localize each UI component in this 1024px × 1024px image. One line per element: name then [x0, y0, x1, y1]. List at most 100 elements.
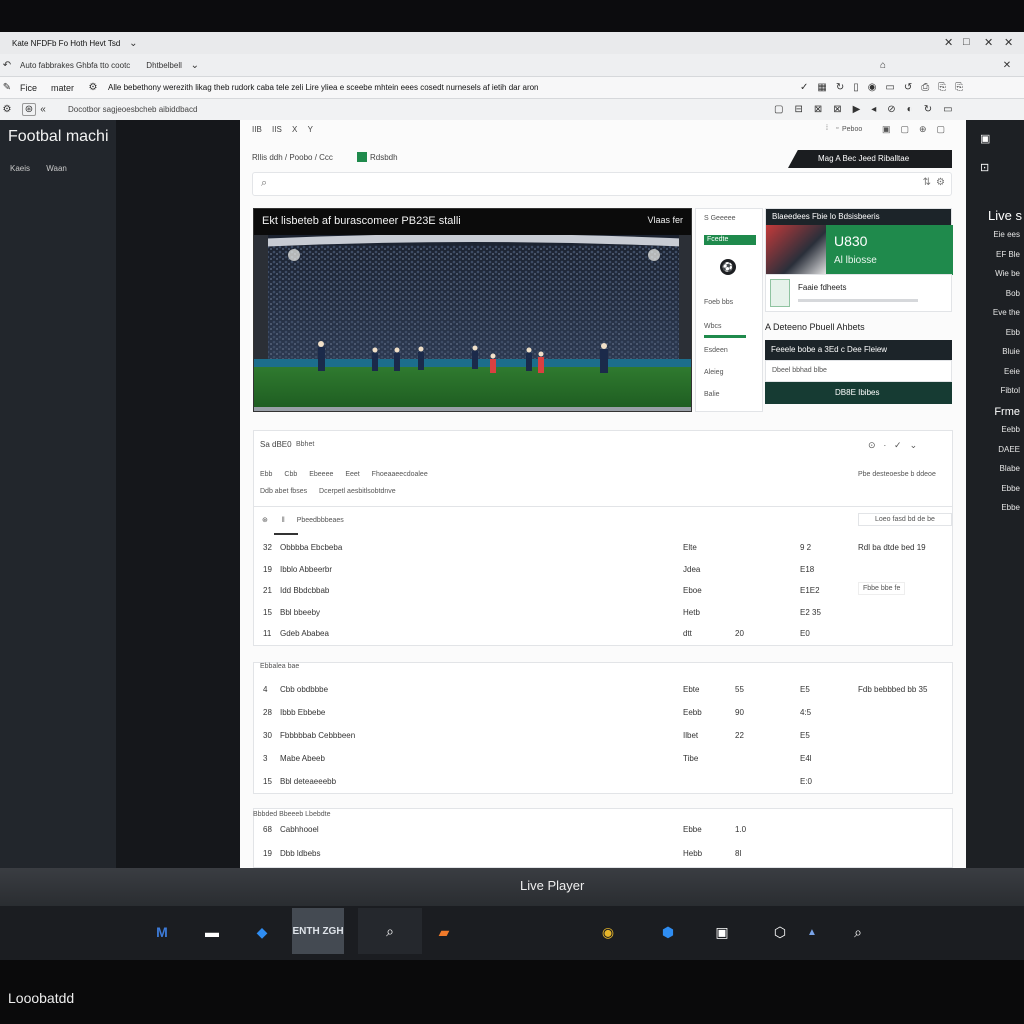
promo-bar[interactable]: Mag A Bec Jeed Riballtae [788, 150, 952, 168]
tab-1[interactable]: Auto fabbrakes Ghbfa tto cootc [14, 61, 136, 70]
gear-icon[interactable]: ⚙ [86, 82, 100, 93]
right-list-item[interactable]: Eebb [966, 425, 1024, 434]
breadcrumb[interactable]: Rllis ddh / Poobo / Ccc [252, 153, 333, 162]
search-bar[interactable]: ⌕ ⇅ ⚙ [252, 172, 952, 196]
right-panel-icons: ▣ ⊡ [980, 133, 991, 174]
mail-icon[interactable]: ▣ [708, 918, 736, 946]
table-row[interactable]: 19 Ibblo Abbeerbr Jdea E18 [253, 559, 953, 581]
arrow-icon[interactable]: ▲ [798, 918, 826, 946]
chevron-down-icon[interactable]: ⌄ [126, 38, 140, 49]
sidebar-link-1[interactable]: Kaeis [10, 164, 30, 173]
table-row[interactable]: 68 Cabhhooel Ebbe 1.0 [253, 819, 953, 841]
table-row[interactable]: 15 Bbl bbeeby Hetb E2 35 [253, 602, 953, 624]
app-m-icon[interactable]: M [148, 918, 176, 946]
stats-filter[interactable]: Pbeedbbbeaes [297, 517, 344, 524]
row-position: Eebb [683, 708, 702, 717]
right-list-item[interactable]: Eeie [966, 367, 1024, 376]
chrome-icon[interactable]: ◉ [594, 918, 622, 946]
stats-filter-right[interactable]: Loeo fasd bd de be [858, 513, 952, 526]
active-app-icon[interactable]: ENTH ZGH [292, 908, 344, 954]
stats-tabs: Ebb Cbb Ebeeee Eeet Fhoeaaeecdoalee [260, 471, 428, 478]
breadcrumb-tag-label: Rdsbdh [370, 153, 398, 162]
filter-icon[interactable]: ⇅ [923, 177, 931, 188]
office-icon[interactable]: ▰ [430, 918, 458, 946]
folder-icon[interactable]: ▬ [198, 918, 226, 946]
right-list-item[interactable]: Wie be [966, 269, 1024, 278]
news-subheadline[interactable]: A Deteeno Pbuell Ahbets [765, 322, 865, 332]
address-bar[interactable]: Alle bebethony werezith likag theb rudor… [108, 83, 538, 92]
stats-tab-1[interactable]: Ebb [260, 471, 272, 478]
sidebar-link-2[interactable]: Waan [46, 164, 67, 173]
tool-2[interactable]: IIS [272, 125, 282, 134]
back-icon[interactable]: ↶ [0, 60, 14, 71]
tab-2[interactable]: Dhtbelbell [140, 61, 188, 70]
table-row[interactable]: 3 Mabe Abeeb Tibe E4l [253, 748, 953, 770]
right-list-item[interactable]: Eve the [966, 308, 1024, 317]
news-card[interactable]: Faaie fdheets [765, 274, 952, 312]
filter-icon[interactable]: ⊛ [262, 517, 268, 524]
main-toolbar-icons: ▣▢⊕▢ [882, 124, 956, 134]
right-list-item[interactable]: Blabe [966, 464, 1024, 473]
score-card[interactable]: Blaeedees Fbie lo Bdsisbeeris U830 Al lb… [765, 208, 953, 275]
settings-icon[interactable]: ⚙ [0, 104, 14, 115]
tool-4[interactable]: Y [308, 125, 313, 134]
bookmark-icon[interactable]: ⊛ [22, 103, 36, 116]
table-row[interactable]: 15 Bbl deteaeeebb E:0 [253, 771, 953, 793]
stats-tab-4[interactable]: Eeet [345, 471, 359, 478]
player-label[interactable]: Live Player [520, 878, 584, 893]
video-tag[interactable]: Vlaas fer [647, 215, 683, 225]
table-row[interactable]: 30 Fbbbbbab Cebbbeen Ilbet 22 E5 [253, 725, 953, 747]
table-row[interactable]: 4 Cbb obdbbbe Ebte 55 E5 Fdb bebbbed bb 35 [253, 679, 953, 701]
video-player[interactable]: Ekt lisbeteb af burascomeer PB23E stalli… [253, 208, 692, 412]
table-row[interactable]: 32 Obbbba Ebcbeba Elte 9 2 Rdl ba dtde bed 1… [253, 537, 953, 559]
right-list-item[interactable]: Ebbe [966, 503, 1024, 512]
close-icon[interactable]: ✕ [944, 36, 953, 49]
maximize-icon[interactable]: □ [963, 36, 970, 48]
bookmarks-row: ⚙ ⊛ « Docotbor sagjeoesbcheb aibiddbacd … [0, 98, 1024, 120]
right-list-item[interactable]: Fibtol [966, 386, 1024, 395]
table-row[interactable]: 21 Idd Bbdcbbab Eboe E1E2 [253, 580, 953, 602]
right-list-item[interactable]: Ebb [966, 328, 1024, 337]
dark-card[interactable]: Feeele bobe a 3Ed c Dee Fleiew [765, 340, 952, 360]
close-icon[interactable]: ✕ [1004, 36, 1013, 49]
chevron-down-icon[interactable]: ⌄ [188, 60, 202, 71]
search-icon[interactable]: ⌕ [844, 918, 872, 946]
right-list-item[interactable]: Bluie [966, 347, 1024, 356]
dark-card-button[interactable]: DB8E Ibibes [765, 382, 952, 404]
stats-tab-5[interactable]: Fhoeaaeecdoalee [372, 471, 428, 478]
stats-sub-tab-1[interactable]: Ddb abet fbses [260, 488, 307, 495]
pen-icon[interactable]: ✎ [0, 82, 14, 93]
info-badge[interactable]: Fcedte [704, 235, 756, 245]
stats-group-2-title: Ebbalea bae [260, 663, 300, 670]
shield-icon[interactable]: ◆ [248, 918, 276, 946]
tool-1[interactable]: IIB [252, 125, 262, 134]
table-row[interactable]: 19 Dbb ldbebs Hebb 8l [253, 843, 953, 865]
search-app-icon[interactable]: ⌕ [358, 908, 422, 954]
chevron-left-icon[interactable]: « [36, 104, 50, 115]
cloud-icon[interactable]: ⬡ [766, 918, 794, 946]
news-thumb [770, 279, 790, 307]
right-list-item[interactable]: Ebbe [966, 484, 1024, 493]
right-list-item[interactable]: Eie ees [966, 230, 1024, 239]
settings-icon[interactable]: ⚙ [936, 177, 945, 188]
right-list-item[interactable]: Bob [966, 289, 1024, 298]
bookmark-link[interactable]: Docotbor sagjeoesbcheb aibiddbacd [68, 105, 197, 114]
close-icon[interactable]: ✕ [984, 36, 993, 49]
stats-sub-tab-2[interactable]: Dcerpetl aesbitlsobtdnve [319, 488, 396, 495]
stats-tab-3[interactable]: Ebeeee [309, 471, 333, 478]
close-icon[interactable]: ✕ [1000, 60, 1014, 71]
title-row: Kate NFDFb Fo Hoth Hevt Tsd ⌄ ✕ □ ✕ ✕ [0, 32, 1024, 54]
main-toolbar-label[interactable]: Peboo [842, 126, 862, 133]
tool-3[interactable]: X [292, 125, 297, 134]
tile-icon[interactable]: ⬢ [654, 918, 682, 946]
row-stat-a: 20 [735, 629, 744, 638]
right-list-item[interactable]: DAEE [966, 445, 1024, 454]
addr-label-2: mater [51, 82, 75, 93]
right-list-item[interactable]: EF Ble [966, 250, 1024, 259]
sidebar-links: Kaeis Waan [10, 164, 67, 173]
right-list-item[interactable]: Frme [966, 406, 1024, 418]
stats-tab-2[interactable]: Cbb [284, 471, 297, 478]
tab-title[interactable]: Kate NFDFb Fo Hoth Hevt Tsd [6, 39, 126, 48]
table-row[interactable]: 28 Ibbb Ebbebe Eebb 90 4:5 [253, 702, 953, 724]
table-row[interactable]: 11 Gdeb Ababea dtt 20 E0 [253, 623, 953, 645]
